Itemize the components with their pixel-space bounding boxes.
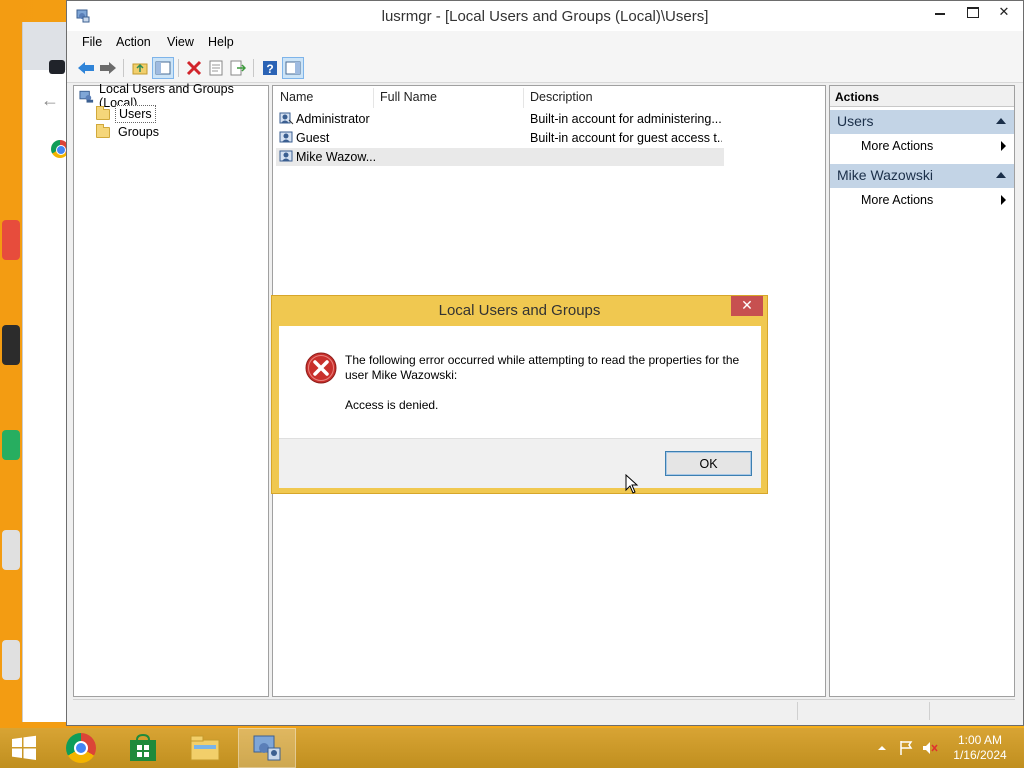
store-icon (130, 734, 156, 761)
svg-text:?: ? (266, 62, 273, 76)
more-actions-mike-wazowski[interactable]: More Actions (861, 193, 933, 207)
back-arrow-icon[interactable] (75, 57, 97, 79)
taskbar-chrome[interactable] (52, 728, 110, 768)
cell-description: Built-in account for guest access t... (530, 131, 722, 145)
folder-icon (96, 123, 110, 138)
user-icon (279, 131, 293, 143)
help-icon[interactable]: ? (259, 57, 281, 79)
error-message: The following error occurred while attem… (345, 353, 740, 382)
taskbar-store[interactable] (114, 728, 172, 768)
action-center-flag-icon[interactable] (898, 740, 914, 756)
tab-favicon-icon (49, 60, 65, 74)
menu-help[interactable]: Help (208, 35, 234, 49)
cell-name: Administrator (296, 112, 370, 126)
table-row[interactable]: Guest Built-in account for guest access … (276, 129, 724, 147)
error-dialog: Local Users and Groups ✕ The following e… (271, 295, 768, 494)
submenu-arrow-icon[interactable] (1001, 141, 1006, 151)
lusrmgr-icon (253, 735, 281, 761)
actions-section-mike-wazowski[interactable]: Mike Wazowski (830, 164, 1014, 188)
users-groups-icon (79, 90, 94, 103)
section-title: Users (837, 113, 874, 129)
desktop-icon[interactable] (2, 530, 20, 570)
desktop-icon[interactable] (2, 640, 20, 680)
desktop-icon[interactable] (2, 325, 20, 365)
show-hide-action-pane-icon[interactable] (282, 57, 304, 79)
dialog-body: The following error occurred while attem… (279, 326, 761, 438)
show-hide-tree-icon[interactable] (152, 57, 174, 79)
export-list-icon[interactable] (227, 57, 249, 79)
close-button[interactable]: ✕ (988, 1, 1020, 23)
table-row-selected[interactable]: Mike Wazow... (276, 148, 724, 166)
volume-muted-icon[interactable] (922, 740, 938, 756)
column-divider[interactable] (373, 88, 374, 108)
column-header-full-name[interactable]: Full Name (380, 90, 437, 104)
collapse-icon[interactable] (996, 118, 1006, 124)
tree-item-groups[interactable]: Groups (96, 123, 162, 141)
admin-user-icon (279, 112, 294, 125)
dialog-title: Local Users and Groups (438, 302, 601, 319)
toolbar-separator (123, 59, 124, 77)
cell-description: Built-in account for administering... (530, 112, 722, 126)
up-folder-icon[interactable] (129, 57, 151, 79)
forward-arrow-icon[interactable] (97, 57, 119, 79)
start-button[interactable] (0, 728, 48, 768)
toolbar-separator (178, 59, 179, 77)
submenu-arrow-icon[interactable] (1001, 195, 1006, 205)
actions-pane: Actions Users More Actions Mike Wazowski… (829, 85, 1015, 697)
column-header-name[interactable]: Name (280, 90, 313, 104)
error-detail: Access is denied. (345, 398, 439, 412)
properties-icon[interactable] (205, 57, 227, 79)
collapse-icon[interactable] (996, 172, 1006, 178)
clock-date: 1/16/2024 (953, 748, 1007, 762)
actions-header: Actions (830, 86, 1014, 107)
mouse-cursor-icon (625, 474, 639, 494)
column-header-description[interactable]: Description (530, 90, 593, 104)
clock-time: 1:00 AM (957, 733, 1003, 747)
console-tree: Local Users and Groups (Local) Users Gro… (73, 82, 269, 697)
delete-icon[interactable] (183, 57, 205, 79)
folder-icon (96, 105, 110, 120)
ok-button[interactable]: OK (665, 451, 752, 476)
tree-item-label: Groups (118, 125, 159, 139)
file-explorer-icon (190, 735, 220, 761)
taskbar-file-explorer[interactable] (176, 728, 234, 768)
dialog-footer: OK (279, 438, 761, 488)
dialog-close-button[interactable]: ✕ (731, 296, 763, 316)
title-bar[interactable]: lusrmgr - [Local Users and Groups (Local… (67, 1, 1023, 31)
menu-bar: File Action View Help (67, 31, 1023, 53)
desktop-icon[interactable] (2, 220, 20, 260)
tree-item-label: Users (115, 105, 156, 123)
menu-action[interactable]: Action (116, 35, 151, 49)
back-arrow-icon[interactable]: ← (41, 90, 59, 111)
cell-name: Guest (296, 131, 330, 145)
menu-view[interactable]: View (167, 35, 194, 49)
status-divider (797, 702, 798, 720)
user-icon (279, 150, 293, 162)
tree-root-node[interactable]: Local Users and Groups (Local) (79, 82, 268, 110)
more-actions-users[interactable]: More Actions (861, 139, 933, 153)
windows-logo-icon (12, 735, 36, 760)
minimize-button[interactable] (924, 1, 956, 23)
taskbar-lusrmgr[interactable] (238, 728, 296, 768)
status-bar (73, 699, 1015, 721)
cell-name: Mike Wazow... (296, 150, 376, 164)
error-icon (305, 352, 337, 384)
system-clock[interactable]: 1:00 AM 1/16/2024 (948, 733, 1012, 763)
section-title: Mike Wazowski (837, 167, 933, 183)
show-hidden-icons-icon[interactable] (874, 740, 890, 756)
toolbar: ? (67, 53, 1023, 83)
tree-item-users[interactable]: Users (96, 105, 156, 123)
window-title: lusrmgr - [Local Users and Groups (Local… (381, 8, 709, 25)
actions-section-users[interactable]: Users (830, 110, 1014, 134)
desktop-icon[interactable] (2, 430, 20, 460)
toolbar-separator (253, 59, 254, 77)
maximize-button[interactable] (956, 1, 988, 23)
status-divider (929, 702, 930, 720)
table-row[interactable]: Administrator Built-in account for admin… (276, 110, 724, 128)
menu-file[interactable]: File (82, 35, 102, 49)
chrome-icon (66, 733, 96, 763)
column-divider[interactable] (523, 88, 524, 108)
taskbar: 1:00 AM 1/16/2024 (0, 728, 1024, 768)
